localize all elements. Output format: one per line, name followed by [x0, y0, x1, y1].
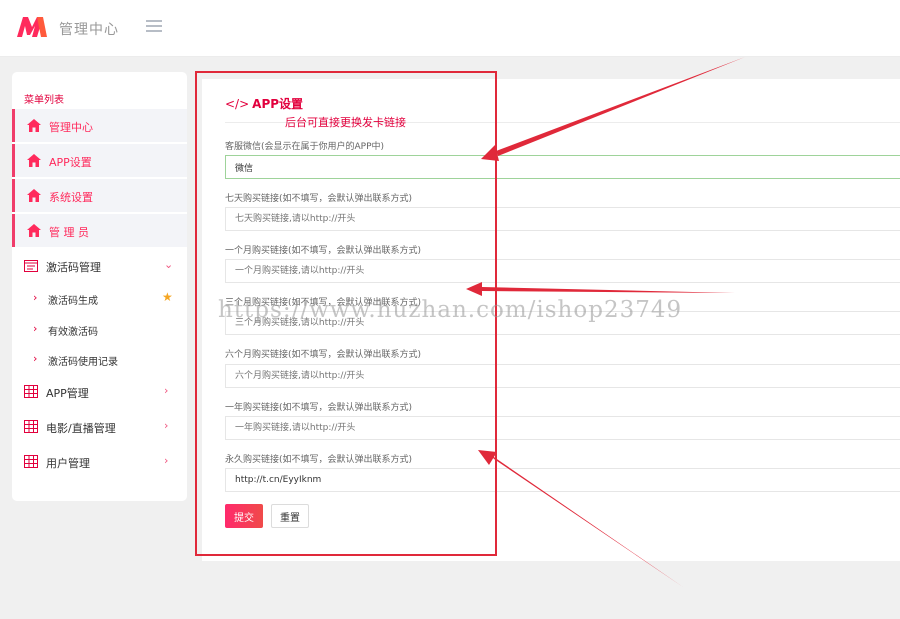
sidebar-item-activation-codes[interactable]: 激活码管理 ⌄ — [12, 249, 187, 282]
sidebar-item-label: 管理中心 — [49, 121, 93, 134]
home-icon — [27, 119, 41, 132]
chevron-right-icon: › — [33, 352, 38, 365]
chevron-right-icon: › — [33, 291, 38, 304]
table-icon — [24, 455, 38, 468]
sidebar-subitem-generate-codes[interactable]: › 激活码生成 ★ — [12, 284, 187, 312]
home-icon — [27, 224, 41, 237]
sidebar-item-app-management[interactable]: APP管理 › — [12, 375, 187, 408]
chevron-right-icon: › — [164, 419, 169, 432]
sidebar-item-app-settings[interactable]: APP设置 — [12, 144, 187, 177]
sidebar-item-admin-center[interactable]: 管理中心 — [12, 109, 187, 142]
home-icon — [27, 154, 41, 167]
brand-logo-icon — [17, 17, 47, 37]
calendar-icon — [24, 260, 38, 272]
sidebar-item-label: APP管理 — [46, 387, 89, 400]
sidebar-item-movie-live-management[interactable]: 电影/直播管理 › — [12, 410, 187, 443]
table-icon — [24, 385, 38, 398]
top-header: 管理中心 — [0, 0, 900, 57]
watermark-text: https://www.huzhan.com/ishop23749 — [218, 297, 683, 323]
chevron-down-icon: ⌄ — [164, 258, 174, 271]
app-title: 管理中心 — [59, 22, 119, 38]
sidebar-item-user-management[interactable]: 用户管理 › — [12, 445, 187, 478]
sidebar-title: 菜单列表 — [24, 95, 64, 106]
table-icon — [24, 420, 38, 433]
home-icon — [27, 189, 41, 202]
sidebar-item-label: 激活码管理 — [46, 261, 101, 274]
sidebar-subitem-valid-codes[interactable]: › 有效激活码 — [12, 315, 187, 343]
sidebar-item-system-settings[interactable]: 系统设置 — [12, 179, 187, 212]
hamburger-icon[interactable] — [146, 20, 162, 33]
star-icon: ★ — [162, 290, 173, 304]
sidebar-subitem-label: 有效激活码 — [48, 327, 98, 338]
chevron-right-icon: › — [33, 322, 38, 335]
chevron-right-icon: › — [164, 454, 169, 467]
sidebar-item-label: 用户管理 — [46, 457, 90, 470]
sidebar-item-label: 电影/直播管理 — [46, 422, 116, 435]
sidebar-item-administrator[interactable]: 管 理 员 — [12, 214, 187, 247]
sidebar-item-label: 管 理 员 — [49, 226, 89, 239]
sidebar-subitem-code-usage[interactable]: › 激活码使用记录 — [12, 345, 187, 373]
sidebar-item-label: 系统设置 — [49, 191, 93, 204]
sidebar-item-label: APP设置 — [49, 156, 92, 169]
sidebar-subitem-label: 激活码生成 — [48, 296, 98, 307]
sidebar: 菜单列表 管理中心 APP设置 系统设置 管 理 员 激活码管理 ⌄ › 激活码… — [12, 72, 187, 501]
chevron-right-icon: › — [164, 384, 169, 397]
sidebar-subitem-label: 激活码使用记录 — [48, 357, 118, 368]
